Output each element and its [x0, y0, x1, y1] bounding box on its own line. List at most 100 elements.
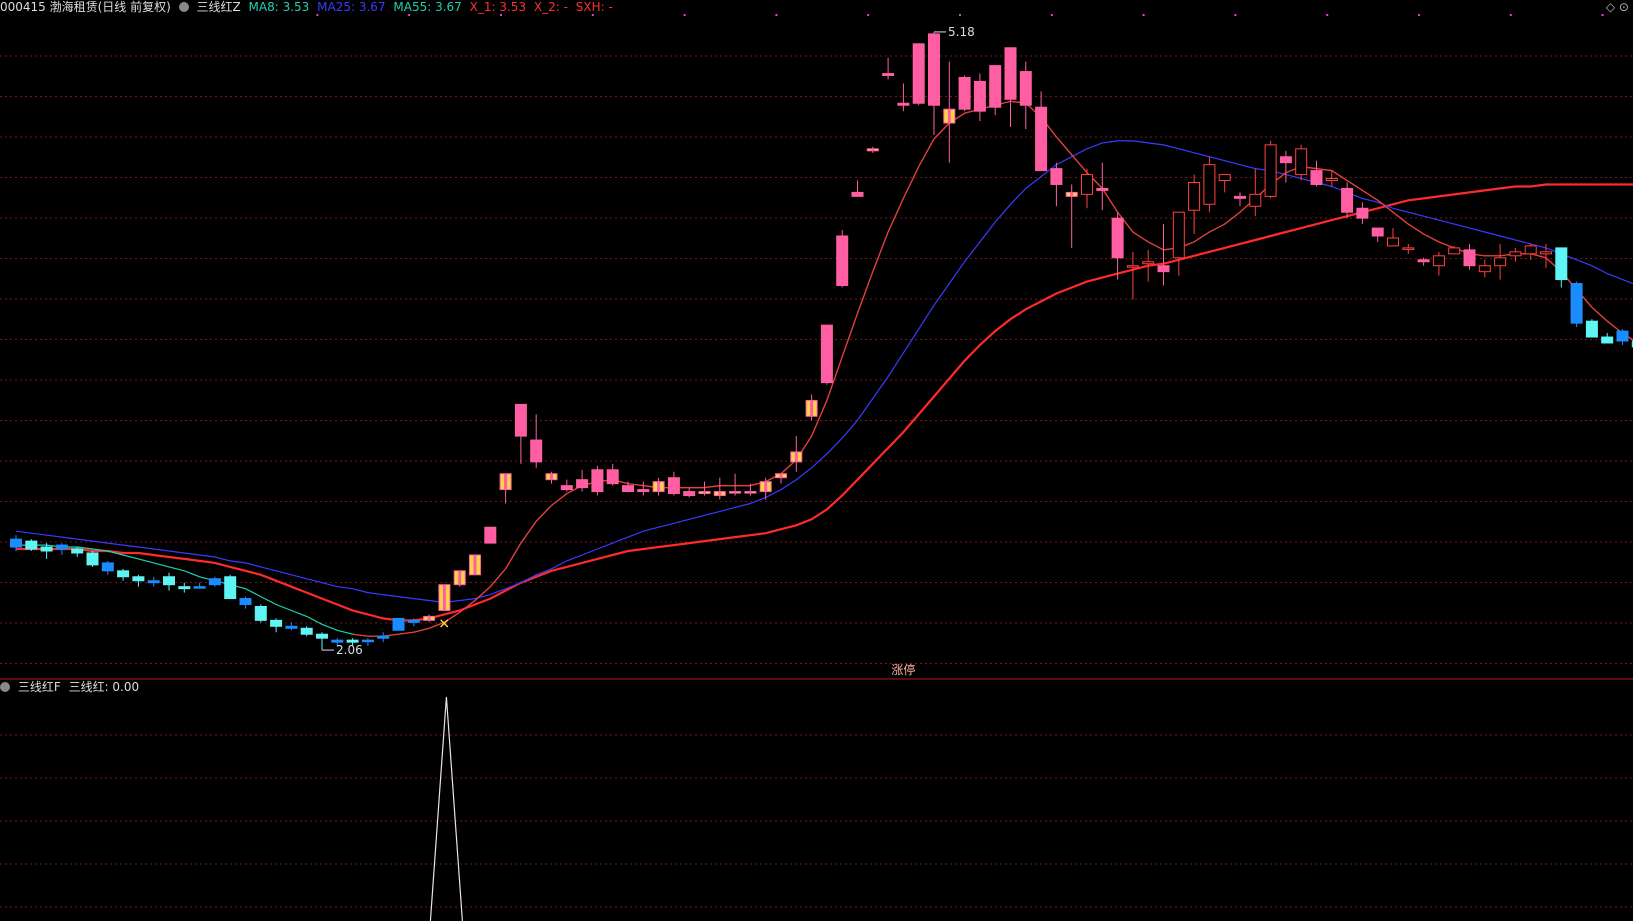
- candle-body: [101, 562, 114, 572]
- candle-body: [1019, 71, 1032, 106]
- candle-body: [1601, 336, 1614, 344]
- candle-stripe: [427, 616, 431, 621]
- candle-body: [1478, 265, 1491, 273]
- candle-stripe: [657, 481, 661, 492]
- gear-icon[interactable]: [178, 2, 189, 12]
- signal-dot: [408, 14, 411, 16]
- candle-body: [377, 635, 390, 639]
- indicator-name[interactable]: 三线红Z: [196, 0, 240, 14]
- candle-body: [239, 598, 252, 606]
- candle-body: [40, 546, 53, 552]
- candle-body: [897, 102, 910, 106]
- candle-body: [1004, 47, 1017, 100]
- candle-body: [560, 485, 573, 491]
- candle-body: [973, 80, 986, 112]
- candle-body: [1616, 330, 1629, 342]
- candle-body: [1402, 247, 1415, 250]
- candle-body: [1341, 187, 1354, 213]
- candle-body: [1218, 174, 1231, 182]
- candle-body: [1310, 170, 1323, 185]
- chart-header: 000415 渤海租赁(日线 前复权) 三线红Z MA8: 3.53 MA25:…: [0, 0, 617, 14]
- candle-body: [1188, 182, 1201, 211]
- candle-stripe: [794, 451, 798, 462]
- candle-body: [178, 586, 191, 590]
- candle-body: [1371, 227, 1384, 237]
- candle-stripe: [442, 584, 446, 611]
- candle-body: [1295, 148, 1308, 176]
- settings-icon[interactable]: ◇ ⊙: [1606, 0, 1629, 14]
- candle-body: [1509, 251, 1522, 257]
- candle-body: [591, 469, 604, 493]
- candle-stripe: [703, 491, 706, 494]
- candle-body: [1111, 217, 1124, 259]
- candle-body: [1356, 207, 1369, 219]
- candle-body: [147, 580, 160, 584]
- signal-dot: [1050, 14, 1053, 16]
- sub-indicator-value: 三线红: 0.00: [68, 680, 140, 694]
- candle-body: [285, 625, 298, 629]
- candle-body: [1570, 283, 1583, 324]
- candle-stripe: [458, 570, 462, 585]
- signal-spike: [429, 696, 463, 921]
- candle-body: [928, 33, 940, 106]
- signal-dot: [867, 14, 870, 16]
- candle-body: [989, 65, 1002, 108]
- ma8-value: MA8: 3.53: [248, 0, 310, 14]
- stock-title[interactable]: 000415 渤海租赁(日线 前复权): [0, 0, 171, 14]
- candle-stripe: [504, 473, 508, 490]
- candle-body: [254, 605, 267, 621]
- sxh-value: SXH: -: [575, 0, 613, 14]
- candle-body: [1432, 255, 1445, 267]
- candle-stripe: [810, 400, 814, 417]
- candle-body: [1417, 259, 1430, 263]
- candle-body: [530, 439, 543, 463]
- candle-body: [1325, 178, 1338, 182]
- candle-body: [346, 639, 359, 643]
- sub-chart-header: 三线红F 三线红: 0.00: [0, 680, 143, 694]
- candle-stripe: [764, 481, 768, 492]
- candle-body: [361, 639, 374, 643]
- candle-body: [1555, 247, 1568, 281]
- candle-body: [1050, 168, 1063, 185]
- signal-dot: [500, 14, 502, 16]
- sub-indicator-name[interactable]: 三线红F: [18, 680, 61, 694]
- candle-stripe: [779, 473, 783, 478]
- candle-body: [836, 235, 849, 287]
- signal-dot: [1601, 14, 1604, 16]
- candle-body: [851, 191, 864, 197]
- candle-body: [912, 43, 925, 104]
- candle-body: [1448, 247, 1461, 255]
- signal-dot: [316, 14, 319, 16]
- candle-body: [10, 538, 22, 548]
- annotations: 5.18 2.06 涨停: [322, 25, 975, 677]
- candle-body: [1249, 193, 1262, 207]
- candle-body: [132, 576, 145, 582]
- candle-body: [86, 552, 99, 566]
- candle-body: [606, 469, 619, 485]
- signal-dot: [1418, 14, 1420, 16]
- candle-stripe: [947, 109, 951, 124]
- candle-body: [1524, 245, 1537, 255]
- candle-body: [1203, 164, 1216, 205]
- candle-body: [331, 639, 344, 643]
- candle-body: [407, 619, 420, 623]
- candle-body: [316, 633, 328, 639]
- signal-dot: [1142, 14, 1145, 16]
- candle-body: [637, 489, 650, 493]
- candle-body: [683, 491, 696, 497]
- candle-body: [958, 76, 971, 110]
- candlestick-chart[interactable]: ✕ 5.18 2.06 涨停: [0, 0, 1633, 921]
- sub-indicator-panel: [429, 696, 463, 921]
- candle-body: [1585, 320, 1598, 338]
- candle-body: [163, 576, 175, 586]
- signal-marker: ✕: [438, 616, 450, 632]
- signal-dot: [1326, 14, 1329, 16]
- candle-body: [1234, 195, 1246, 199]
- candle-body: [622, 485, 634, 493]
- gear-icon[interactable]: [0, 682, 10, 692]
- high-price-label: 5.18: [948, 25, 975, 39]
- candle-body: [820, 324, 833, 384]
- candle-body: [667, 477, 680, 495]
- signal-dot: [959, 14, 961, 16]
- candle-body: [1126, 265, 1139, 268]
